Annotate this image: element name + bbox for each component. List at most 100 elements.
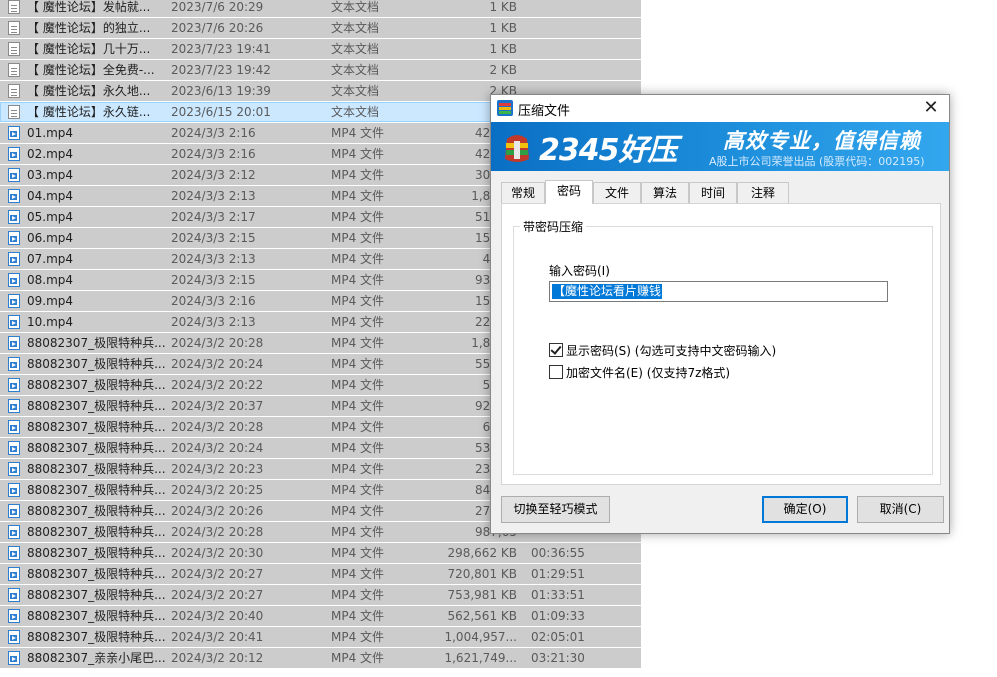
video-file-icon: [8, 441, 20, 455]
file-date: 2024/3/3 2:12: [171, 168, 256, 182]
video-file-icon: [8, 126, 20, 140]
file-name: 10.mp4: [27, 315, 74, 329]
video-file-icon: [8, 189, 20, 203]
password-label: 输入密码(I): [549, 264, 610, 278]
tab-files[interactable]: 文件: [593, 182, 641, 203]
file-row[interactable]: 88082307_极限特种兵... 2024/3/2 20:27 MP4 文件 753…: [0, 585, 641, 605]
file-name: 88082307_极限特种兵...: [27, 609, 166, 623]
video-file-icon: [8, 294, 20, 308]
text-file-icon: [8, 63, 20, 77]
show-password-label: 显示密码(S) (勾选可支持中文密码输入): [566, 344, 777, 358]
banner-subtitle: A股上市公司荣誉出品 (股票代码：002195): [709, 155, 925, 168]
file-type: 文本文档: [331, 105, 380, 119]
video-file-icon: [8, 315, 20, 329]
file-type: MP4 文件: [331, 378, 385, 392]
file-row[interactable]: 【 魔性论坛】发帖就... 2023/7/6 20:29 文本文档 1 KB: [0, 0, 641, 17]
file-date: 2024/3/3 2:15: [171, 273, 256, 287]
file-size: 1,004,957...: [444, 630, 517, 644]
file-type: MP4 文件: [331, 210, 385, 224]
file-name: 04.mp4: [27, 189, 74, 203]
file-name: 【 魔性论坛】几十万...: [27, 42, 151, 56]
show-password-checkbox[interactable]: [549, 343, 563, 357]
file-name: 88082307_极限特种兵...: [27, 336, 166, 350]
video-file-icon: [8, 210, 20, 224]
ok-button[interactable]: 确定(O): [762, 496, 848, 523]
encrypt-filenames-option[interactable]: 加密文件名(E) (仅支持7z格式): [549, 364, 730, 381]
file-name: 88082307_极限特种兵...: [27, 567, 166, 581]
file-row[interactable]: 【 魔性论坛】的独立... 2023/7/6 20:26 文本文档 1 KB: [0, 18, 641, 38]
file-date: 2023/6/15 20:01: [171, 105, 271, 119]
password-input[interactable]: 【魔性论坛看片赚钱: [549, 281, 888, 302]
text-file-icon: [8, 105, 20, 119]
app-icon: [497, 100, 513, 116]
tab-general[interactable]: 常规: [501, 182, 545, 203]
video-file-icon: [8, 378, 20, 392]
file-duration: 01:09:33: [531, 609, 585, 623]
file-date: 2024/3/2 20:24: [171, 441, 264, 455]
file-date: 2024/3/2 20:28: [171, 336, 264, 350]
tab-time[interactable]: 时间: [689, 182, 737, 203]
file-name: 88082307_亲亲小尾巴...: [27, 651, 166, 665]
file-row[interactable]: 88082307_极限特种兵... 2024/3/2 20:30 MP4 文件 298…: [0, 543, 641, 563]
dialog-titlebar[interactable]: 压缩文件 ✕: [491, 95, 949, 122]
file-name: 88082307_极限特种兵...: [27, 588, 166, 602]
banner-slogan: 高效专业，值得信赖: [723, 129, 921, 153]
file-date: 2023/7/23 19:41: [171, 42, 271, 56]
file-row[interactable]: 【 魔性论坛】全免费-... 2023/7/23 19:42 文本文档 2 KB: [0, 60, 641, 80]
show-password-option[interactable]: 显示密码(S) (勾选可支持中文密码输入): [549, 342, 776, 359]
file-duration: 02:05:01: [531, 630, 585, 644]
file-row[interactable]: 88082307_极限特种兵... 2024/3/2 20:27 MP4 文件 720…: [0, 564, 641, 584]
tab-comment[interactable]: 注释: [737, 182, 789, 203]
file-date: 2023/7/6 20:29: [171, 0, 264, 14]
file-row[interactable]: 88082307_亲亲小尾巴... 2024/3/2 20:12 MP4 文件 1,6…: [0, 648, 641, 668]
file-date: 2024/3/2 20:22: [171, 378, 264, 392]
password-panel: 带密码压缩 输入密码(I) 【魔性论坛看片赚钱 显示密码(S) (勾选可支持中文…: [501, 203, 941, 485]
file-name: 02.mp4: [27, 147, 74, 161]
cancel-button[interactable]: 取消(C): [857, 496, 944, 523]
file-type: MP4 文件: [331, 252, 385, 266]
file-date: 2024/3/2 20:28: [171, 420, 264, 434]
file-date: 2024/3/2 20:24: [171, 357, 264, 371]
video-file-icon: [8, 525, 20, 539]
file-name: 88082307_极限特种兵...: [27, 483, 166, 497]
file-date: 2024/3/2 20:41: [171, 630, 264, 644]
file-duration: 03:21:30: [531, 651, 585, 665]
tab-algorithm[interactable]: 算法: [641, 182, 689, 203]
file-type: MP4 文件: [331, 273, 385, 287]
file-date: 2024/3/3 2:15: [171, 231, 256, 245]
file-date: 2024/3/2 20:27: [171, 567, 264, 581]
file-type: MP4 文件: [331, 336, 385, 350]
file-type: MP4 文件: [331, 588, 385, 602]
file-date: 2024/3/2 20:40: [171, 609, 264, 623]
file-row[interactable]: 88082307_极限特种兵... 2024/3/2 20:40 MP4 文件 562…: [0, 606, 641, 626]
video-file-icon: [8, 168, 20, 182]
file-type: MP4 文件: [331, 357, 385, 371]
file-date: 2023/7/6 20:26: [171, 21, 264, 35]
file-type: MP4 文件: [331, 189, 385, 203]
close-icon[interactable]: ✕: [919, 97, 943, 119]
file-type: MP4 文件: [331, 441, 385, 455]
file-date: 2024/3/3 2:17: [171, 210, 256, 224]
file-row[interactable]: 【 魔性论坛】几十万... 2023/7/23 19:41 文本文档 1 KB: [0, 39, 641, 59]
file-date: 2024/3/3 2:13: [171, 252, 256, 266]
encrypt-filenames-checkbox[interactable]: [549, 365, 563, 379]
file-name: 01.mp4: [27, 126, 74, 140]
file-name: 88082307_极限特种兵...: [27, 546, 166, 560]
file-size: 1 KB: [489, 21, 517, 35]
file-date: 2024/3/2 20:25: [171, 483, 264, 497]
dialog-title: 压缩文件: [518, 104, 571, 119]
file-date: 2024/3/3 2:13: [171, 189, 256, 203]
file-type: 文本文档: [331, 0, 380, 14]
file-name: 88082307_极限特种兵...: [27, 525, 166, 539]
file-name: 【 魔性论坛】发帖就...: [27, 0, 151, 14]
file-row[interactable]: 88082307_极限特种兵... 2024/3/2 20:41 MP4 文件 1,0…: [0, 627, 641, 647]
file-size: 2 KB: [489, 63, 517, 77]
archive-bag-icon: [505, 135, 529, 162]
lite-mode-button[interactable]: 切换至轻巧模式: [501, 496, 610, 523]
video-file-icon: [8, 420, 20, 434]
file-name: 03.mp4: [27, 168, 74, 182]
video-file-icon: [8, 252, 20, 266]
tab-password[interactable]: 密码: [545, 180, 593, 204]
file-name: 88082307_极限特种兵...: [27, 441, 166, 455]
file-size: 753,981 KB: [447, 588, 517, 602]
